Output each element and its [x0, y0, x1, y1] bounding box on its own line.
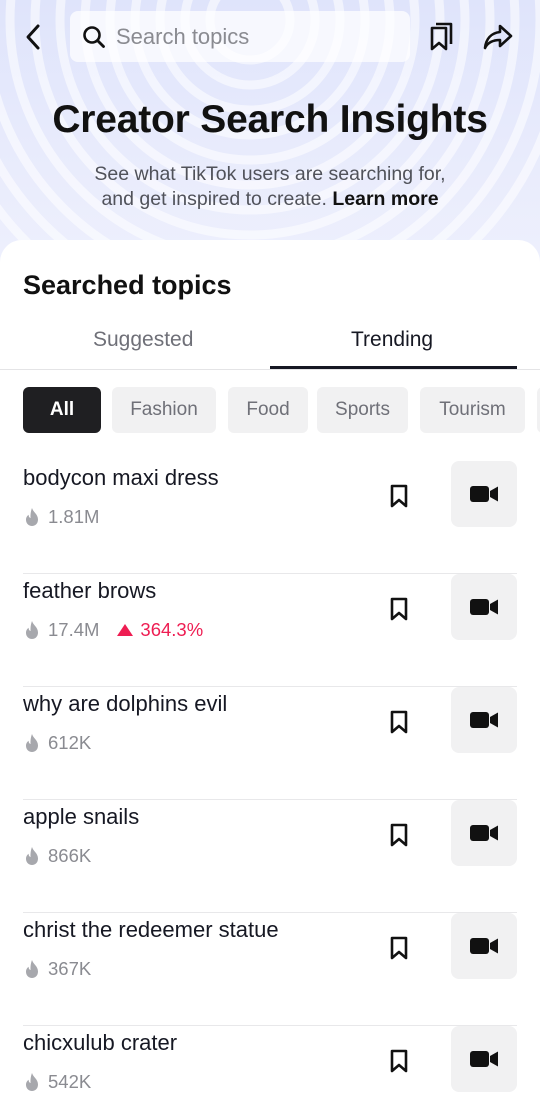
triangle-up-icon	[117, 624, 134, 636]
search-icon	[83, 25, 105, 48]
topic-row: feather brows 17.4M 364.3%	[0, 574, 540, 687]
bookmark-icon	[390, 484, 408, 508]
topic-title[interactable]: feather brows	[23, 578, 156, 604]
chevron-left-icon	[26, 24, 40, 50]
create-video-button[interactable]	[451, 800, 517, 866]
save-topic-button[interactable]	[386, 822, 412, 848]
bookmark-icon	[390, 710, 408, 734]
create-video-button[interactable]	[451, 687, 517, 753]
page-subtitle: See what TikTok users are searching for,…	[0, 162, 540, 212]
topic-row: chicxulub crater 542K	[0, 1026, 540, 1109]
category-chips: All Fashion Food Sports Tourism	[23, 387, 540, 433]
flame-icon	[26, 847, 38, 865]
flame-icon	[26, 1073, 38, 1091]
active-tab-indicator	[270, 366, 517, 369]
topic-stats: 612K	[23, 732, 91, 754]
create-video-button[interactable]	[451, 574, 517, 640]
topic-stats: 1.81M	[23, 506, 99, 528]
search-count: 17.4M	[48, 619, 100, 640]
search-count: 1.81M	[48, 506, 100, 527]
flame-icon	[26, 960, 38, 978]
back-button[interactable]	[18, 20, 48, 54]
search-count: 866K	[48, 845, 92, 866]
top-bar: Search topics	[0, 0, 540, 76]
topic-stats: 367K	[23, 958, 91, 980]
topic-title[interactable]: why are dolphins evil	[23, 691, 227, 717]
bookmarks-button[interactable]	[424, 20, 458, 54]
video-camera-icon	[470, 599, 498, 615]
share-arrow-icon	[483, 24, 513, 50]
save-topic-button[interactable]	[386, 709, 412, 735]
video-camera-icon	[470, 712, 498, 728]
video-camera-icon	[470, 1051, 498, 1067]
search-count: 612K	[48, 732, 92, 753]
topic-row: christ the redeemer statue 367K	[0, 913, 540, 1026]
bookmark-icon	[390, 936, 408, 960]
flame-icon	[26, 508, 38, 526]
flame-icon	[26, 621, 38, 639]
subtitle-line-1: See what TikTok users are searching for,	[94, 163, 446, 185]
create-video-button[interactable]	[451, 1026, 517, 1092]
learn-more-link[interactable]: Learn more	[332, 188, 438, 210]
search-count: 542K	[48, 1071, 92, 1092]
save-topic-button[interactable]	[386, 1048, 412, 1074]
save-topic-button[interactable]	[386, 596, 412, 622]
bookmark-icon	[390, 823, 408, 847]
search-input[interactable]: Search topics	[70, 11, 410, 62]
subtitle-line-2-text: and get inspired to create.	[101, 188, 327, 210]
topic-tabs: Suggested Trending	[0, 318, 540, 370]
chip-all[interactable]: All	[23, 387, 101, 433]
chip-sports[interactable]: Sports	[317, 387, 408, 433]
save-topic-button[interactable]	[386, 483, 412, 509]
bookmark-list-icon	[430, 22, 453, 51]
chip-food[interactable]: Food	[228, 387, 308, 433]
search-count: 367K	[48, 958, 92, 979]
topic-stats: 866K	[23, 845, 91, 867]
topic-title[interactable]: bodycon maxi dress	[23, 465, 219, 491]
share-button[interactable]	[480, 20, 516, 54]
growth-indicator: 364.3%	[117, 619, 203, 641]
create-video-button[interactable]	[451, 913, 517, 979]
tab-trending[interactable]: Trending	[351, 328, 433, 352]
create-video-button[interactable]	[451, 461, 517, 527]
video-camera-icon	[470, 486, 498, 502]
topic-stats: 542K	[23, 1071, 91, 1093]
video-camera-icon	[470, 825, 498, 841]
tab-suggested[interactable]: Suggested	[93, 328, 193, 352]
subtitle-line-2: and get inspired to create. Learn more	[0, 187, 540, 212]
topic-title[interactable]: chicxulub crater	[23, 1030, 177, 1056]
search-placeholder: Search topics	[116, 23, 250, 49]
flame-icon	[26, 734, 38, 752]
topic-row: bodycon maxi dress 1.81M	[0, 461, 540, 574]
video-camera-icon	[470, 938, 498, 954]
chip-fashion[interactable]: Fashion	[112, 387, 216, 433]
save-topic-button[interactable]	[386, 935, 412, 961]
section-title: Searched topics	[23, 270, 232, 300]
growth-value: 364.3%	[140, 619, 204, 640]
topic-row: apple snails 866K	[0, 800, 540, 913]
topic-title[interactable]: christ the redeemer statue	[23, 917, 279, 943]
topic-row: why are dolphins evil 612K	[0, 687, 540, 800]
topic-stats: 17.4M 364.3%	[23, 619, 203, 641]
chip-tourism[interactable]: Tourism	[420, 387, 525, 433]
bookmark-icon	[390, 1049, 408, 1073]
bookmark-icon	[390, 597, 408, 621]
page-title: Creator Search Insights	[52, 98, 488, 141]
topic-title[interactable]: apple snails	[23, 804, 139, 830]
